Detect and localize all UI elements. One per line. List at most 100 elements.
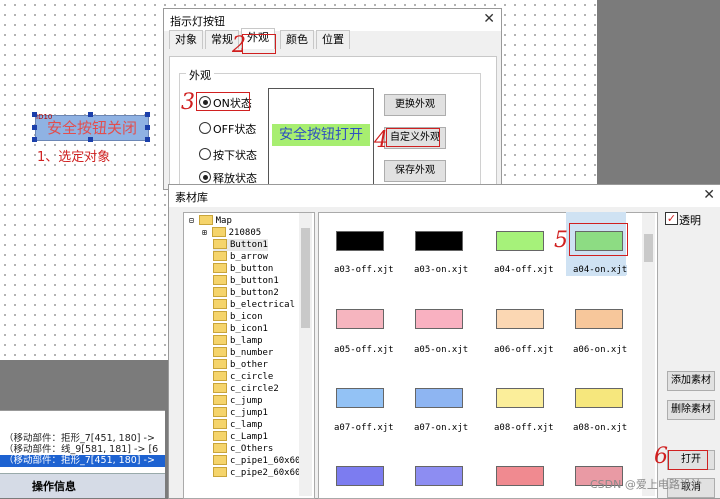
step-4-mark: 4: [374, 128, 388, 153]
material-name[interactable]: a05-off.xjt: [334, 345, 394, 355]
tree-node[interactable]: c_circle2: [213, 382, 279, 395]
step-6-mark: 6: [654, 444, 668, 469]
tree-node[interactable]: c_jump: [213, 394, 263, 407]
dialog-titlebar[interactable]: 指示灯按钮 ✕: [164, 9, 501, 31]
dialog-titlebar[interactable]: 素材库 ✕: [169, 185, 720, 207]
radio-released-state[interactable]: [199, 171, 211, 183]
tab-color[interactable]: 颜色: [280, 30, 314, 49]
delete-material-button[interactable]: 删除素材: [667, 400, 715, 420]
close-icon[interactable]: ✕: [483, 11, 495, 27]
tree-node-map[interactable]: ⊟ Map: [189, 214, 232, 227]
step-2-mark: 2: [232, 33, 246, 58]
material-scrollbar-thumb[interactable]: [644, 234, 653, 262]
save-appearance-button[interactable]: 保存外观: [384, 160, 446, 182]
group-label: 外观: [186, 67, 214, 83]
tree-node[interactable]: c_Lamp1: [213, 430, 268, 443]
selection-handle[interactable]: [88, 137, 93, 142]
selection-handle[interactable]: [145, 137, 150, 142]
tree-node[interactable]: c_Others: [213, 442, 273, 455]
tree-node[interactable]: c_jump1: [213, 406, 268, 419]
selection-handle[interactable]: [32, 125, 37, 130]
tab-operation-info[interactable]: 操作信息: [32, 478, 76, 494]
tree-node[interactable]: c_circle: [213, 370, 273, 383]
folder-icon: [213, 442, 227, 453]
highlight-box: [386, 128, 440, 147]
tree-node[interactable]: b_electrical: [213, 298, 295, 311]
material-thumb[interactable]: [415, 388, 463, 408]
material-name[interactable]: a04-off.xjt: [494, 265, 554, 275]
folder-icon: [213, 418, 227, 429]
tree-node[interactable]: b_arrow: [213, 250, 268, 263]
close-icon[interactable]: ✕: [703, 187, 715, 203]
material-thumb[interactable]: [336, 466, 384, 486]
material-thumb[interactable]: [496, 231, 544, 251]
dialog-title: 素材库: [175, 191, 208, 204]
folder-icon: [213, 466, 227, 477]
log-line-selected[interactable]: （移动部件：拒形_7[451, 180] ->: [0, 455, 165, 467]
material-thumb[interactable]: [415, 466, 463, 486]
selection-handle[interactable]: [145, 112, 150, 117]
folder-icon: [213, 322, 227, 333]
material-thumb[interactable]: [575, 309, 623, 329]
tree-node[interactable]: b_other: [213, 358, 268, 371]
watermark: CSDN @爱上电路设计: [590, 478, 702, 491]
tree-node[interactable]: ⊞ 210805: [202, 226, 261, 239]
material-thumb[interactable]: [496, 309, 544, 329]
material-thumb[interactable]: [496, 466, 544, 486]
radio-label: 按下状态: [213, 149, 257, 162]
material-name[interactable]: a08-on.xjt: [573, 423, 627, 433]
tree-scrollbar-thumb[interactable]: [301, 228, 310, 328]
material-thumb[interactable]: [336, 388, 384, 408]
tree-node[interactable]: b_icon1: [213, 322, 268, 335]
tree-node[interactable]: b_button1: [213, 274, 279, 287]
tab-object[interactable]: 对象: [169, 30, 203, 49]
tree-node[interactable]: b_number: [213, 346, 273, 359]
material-name[interactable]: a07-on.xjt: [414, 423, 468, 433]
material-name[interactable]: a05-on.xjt: [414, 345, 468, 355]
material-name[interactable]: a07-off.xjt: [334, 423, 394, 433]
material-thumb[interactable]: [336, 231, 384, 251]
folder-icon: [213, 238, 227, 249]
selection-handle[interactable]: [32, 137, 37, 142]
folder-icon: [213, 394, 227, 405]
material-name[interactable]: a03-off.xjt: [334, 265, 394, 275]
add-material-button[interactable]: 添加素材: [667, 371, 715, 391]
material-name[interactable]: a06-on.xjt: [573, 345, 627, 355]
tree-node[interactable]: c_lamp: [213, 418, 263, 431]
tree-node[interactable]: b_lamp: [213, 334, 263, 347]
material-thumb[interactable]: [415, 231, 463, 251]
folder-icon: [213, 286, 227, 297]
folder-icon: [211, 226, 226, 237]
change-appearance-button[interactable]: 更换外观: [384, 94, 446, 116]
folder-icon: [213, 274, 227, 285]
transparent-checkbox[interactable]: ✓: [665, 212, 678, 225]
material-thumb[interactable]: [415, 309, 463, 329]
tree-node[interactable]: b_button2: [213, 286, 279, 299]
material-thumb[interactable]: [496, 388, 544, 408]
highlight-box: [196, 92, 250, 111]
selection-handle[interactable]: [32, 112, 37, 117]
radio-pressed-state[interactable]: [199, 148, 211, 160]
material-name-selected[interactable]: a04-on.xjt: [573, 265, 628, 275]
radio-off-state[interactable]: [199, 122, 211, 134]
tree-node[interactable]: c_pipe2_60x60: [213, 466, 300, 479]
highlight-box: [668, 450, 708, 470]
tree-node-selected[interactable]: Button1: [213, 238, 268, 251]
material-thumb[interactable]: [336, 309, 384, 329]
material-thumb[interactable]: [575, 388, 623, 408]
object-tag: ID10: [36, 113, 53, 121]
highlight-box: [569, 223, 628, 256]
editor-background: [0, 360, 170, 410]
folder-icon: [213, 406, 227, 417]
tree-node[interactable]: b_button: [213, 262, 273, 275]
selection-handle[interactable]: [88, 112, 93, 117]
material-name[interactable]: a03-on.xjt: [414, 265, 468, 275]
folder-icon: [213, 430, 227, 441]
material-name[interactable]: a08-off.xjt: [494, 423, 554, 433]
tree-node[interactable]: b_icon: [213, 310, 263, 323]
tab-position[interactable]: 位置: [316, 30, 350, 49]
material-name[interactable]: a06-off.xjt: [494, 345, 554, 355]
selection-handle[interactable]: [145, 125, 150, 130]
tree-node[interactable]: c_pipe1_60x60: [213, 454, 300, 467]
folder-tree[interactable]: ⊟ Map ⊞ 210805 Button1 b_arrow b_button …: [183, 212, 315, 499]
